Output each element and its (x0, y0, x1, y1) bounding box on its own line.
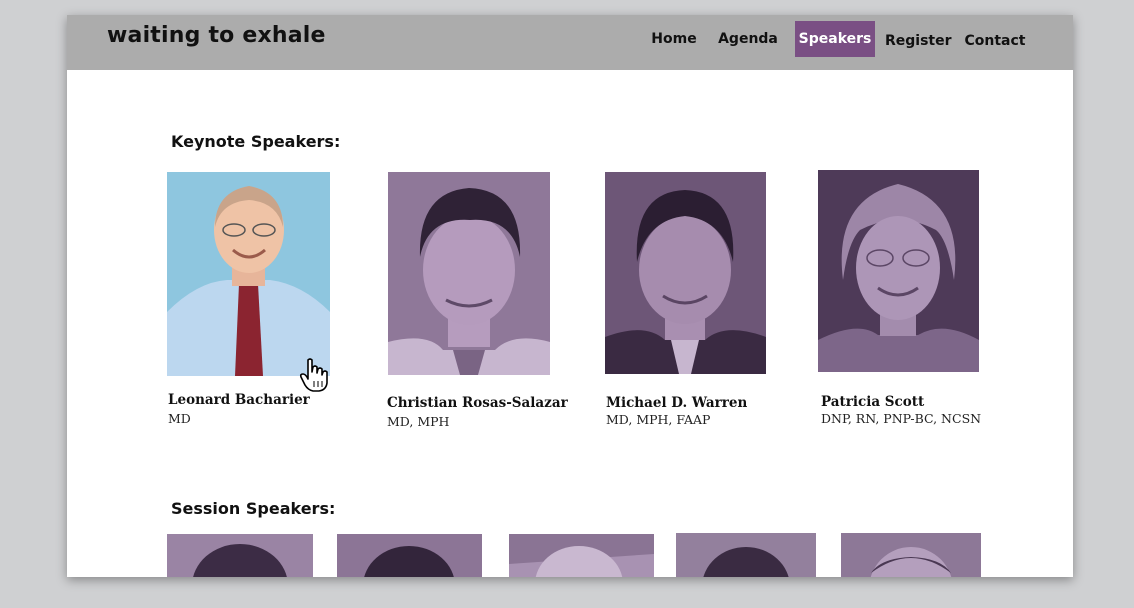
speaker-credentials-leonard-bacharier: MD (168, 411, 191, 426)
nav-home[interactable]: Home (649, 21, 699, 57)
speaker-credentials-patricia-scott: DNP, RN, PNP-BC, NCSN (821, 411, 982, 426)
session-speaker-photo-5[interactable] (841, 533, 981, 577)
speaker-name-leonard-bacharier: Leonard Bacharier (168, 392, 310, 408)
speaker-credentials-michael-d-warren: MD, MPH, FAAP (606, 412, 711, 427)
nav-contact[interactable]: Contact (963, 23, 1027, 59)
session-speaker-photo-4[interactable] (676, 533, 816, 577)
nav-register[interactable]: Register (885, 23, 952, 59)
speaker-name-michael-d-warren: Michael D. Warren (606, 395, 748, 411)
speaker-photo-patricia-scott[interactable] (818, 170, 979, 372)
keynote-heading: Keynote Speakers: (171, 132, 341, 151)
nav-speakers[interactable]: Speakers (795, 21, 875, 57)
speaker-photo-leonard-bacharier[interactable] (167, 172, 330, 376)
session-speaker-photo-2[interactable] (337, 534, 482, 577)
top-navbar: waiting to exhale Home Agenda Speakers R… (67, 15, 1073, 70)
speaker-credentials-christian-rosas-salazar: MD, MPH (387, 414, 450, 429)
session-speaker-photo-1[interactable] (167, 534, 313, 577)
speaker-photo-christian-rosas-salazar[interactable] (388, 172, 550, 375)
session-heading: Session Speakers: (171, 499, 336, 518)
browser-window: waiting to exhale Home Agenda Speakers R… (67, 15, 1073, 577)
nav-agenda[interactable]: Agenda (715, 21, 781, 57)
speaker-name-christian-rosas-salazar: Christian Rosas-Salazar (387, 395, 568, 411)
speaker-photo-michael-d-warren[interactable] (605, 172, 766, 374)
hand-cursor-icon (299, 358, 328, 392)
speaker-name-patricia-scott: Patricia Scott (821, 394, 925, 410)
site-title[interactable]: waiting to exhale (107, 23, 326, 48)
session-speaker-photo-3[interactable] (509, 534, 654, 577)
